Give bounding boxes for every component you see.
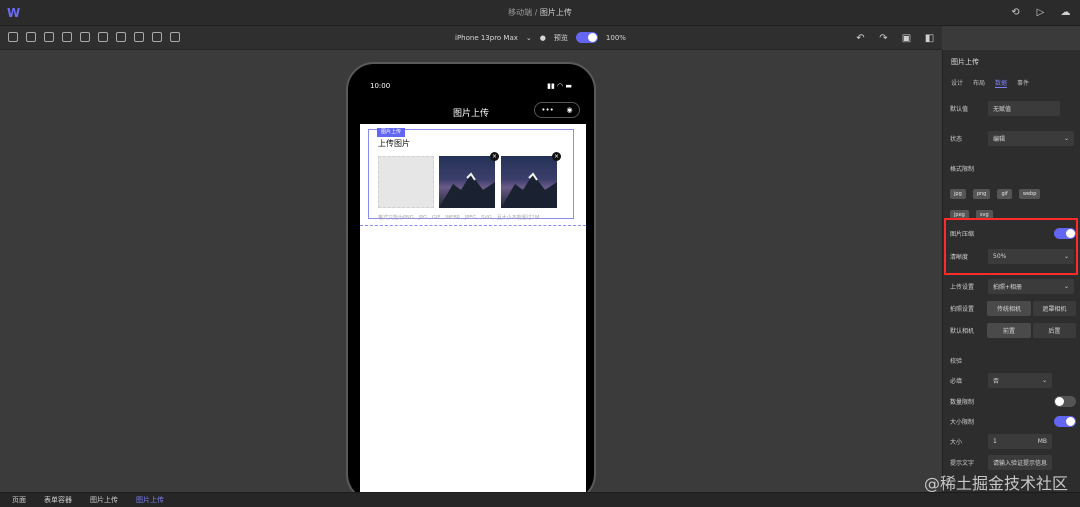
tab-data[interactable]: 数据 (995, 78, 1008, 88)
breadcrumb-parent[interactable]: 移动端 (508, 8, 532, 17)
uploaded-image-1[interactable] (439, 156, 495, 208)
tab-design[interactable]: 设计 (951, 78, 963, 88)
format-chip-gif[interactable]: gif (997, 189, 1012, 199)
tool-icon-5[interactable] (80, 32, 90, 42)
zoom-select[interactable]: 100% (606, 34, 626, 42)
tip-input[interactable]: 请输入验证提示信息 (988, 454, 1052, 470)
shoot-opt-traditional[interactable]: 传统相机 (987, 300, 1031, 316)
dot-icon: ● (539, 33, 546, 42)
preview-label: 预览 (553, 33, 568, 42)
upload-setting-label: 上传设置 (950, 283, 975, 291)
status-select[interactable]: 编辑 ⌄ (988, 130, 1074, 146)
tool-icon-1[interactable] (8, 32, 18, 42)
upload-setting-select[interactable]: 拍照+相册 ⌄ (988, 278, 1074, 294)
format-chip-jpg[interactable]: jpg (950, 189, 966, 199)
preview-toggle[interactable] (575, 32, 598, 43)
panel-tabs: 设计 布局 数据 事件 (951, 78, 1029, 88)
history-icon[interactable]: ⟲ (1009, 6, 1022, 19)
bottom-item-form[interactable]: 表单容器 (44, 495, 72, 505)
size-limit-toggle[interactable] (1054, 415, 1076, 427)
upload-hint: 格式只能为PNG、JPG、GIF、WEBP、JPEG、SVG，且大小不能超过1M (378, 215, 540, 221)
tab-events[interactable]: 事件 (1017, 78, 1029, 88)
format-label: 格式限制 (950, 165, 975, 173)
phone-frame: 10:00 ▮▮ ◠ ▬ 图片上传 ••• ◉ 图片上传 上传图片 × × 格式只… (346, 62, 596, 502)
tool-icon-8[interactable] (134, 32, 144, 42)
drop-line (360, 225, 586, 226)
size-label: 大小 (950, 438, 963, 446)
upload-placeholder[interactable] (378, 156, 434, 208)
uploaded-image-2[interactable] (501, 156, 557, 208)
redo-icon[interactable]: ↷ (877, 32, 890, 45)
default-value-field[interactable]: 无赋值 (988, 100, 1060, 116)
shoot-opt-mask[interactable]: 遮罩相机 (1032, 300, 1076, 316)
tool-icon-9[interactable] (152, 32, 162, 42)
upload-label: 上传图片 (378, 139, 410, 148)
count-limit-label: 数量限制 (950, 398, 975, 406)
tool-icon-4[interactable] (62, 32, 72, 42)
top-bar: W 移动端 / 图片上传 ⟲ ▷ ☁ (0, 0, 1080, 26)
tool-icon-2[interactable] (26, 32, 36, 42)
play-icon[interactable]: ▷ (1034, 6, 1047, 19)
size-input[interactable]: 1 MB (988, 433, 1052, 449)
camera-back[interactable]: 后置 (1032, 322, 1076, 338)
required-label: 必填 (950, 377, 963, 385)
tool-icon-3[interactable] (44, 32, 54, 42)
panel-title: 图片上传 (951, 58, 979, 66)
cloud-icon[interactable]: ☁ (1059, 6, 1072, 19)
tab-layout[interactable]: 布局 (973, 78, 985, 88)
format-chip-webp[interactable]: webp (1018, 189, 1041, 199)
save-icon[interactable]: ▣ (900, 32, 913, 45)
bottom-item-upload-2[interactable]: 图片上传 (136, 495, 164, 505)
tip-label: 提示文字 (950, 459, 975, 467)
component-tag: 图片上传 (377, 128, 406, 137)
default-label: 默认值 (950, 105, 969, 113)
camera-front[interactable]: 前置 (987, 322, 1031, 338)
bottom-breadcrumb: 页面 表单容器 图片上传 图片上传 (0, 492, 1080, 507)
chevron-down-icon: ⌄ (525, 33, 532, 42)
tool-icon-10[interactable] (170, 32, 180, 42)
close-icon[interactable]: × (552, 152, 561, 161)
status-icons: ▮▮ ◠ ▬ (547, 82, 572, 90)
capsule-button[interactable]: ••• ◉ (534, 102, 580, 118)
status-label: 状态 (950, 135, 963, 143)
format-chips: jpg png gif webp jpeg svg (950, 180, 1062, 220)
breadcrumb: 移动端 / 图片上传 (508, 8, 572, 17)
tool-icon-6[interactable] (98, 32, 108, 42)
count-limit-toggle[interactable] (1054, 395, 1076, 407)
device-select[interactable]: iPhone 13pro Max (455, 34, 518, 42)
toolbar: iPhone 13pro Max ⌄ ● 预览 100% ↶ ↷ ▣ ◧ (0, 26, 942, 50)
camera-label: 默认相机 (950, 327, 975, 335)
format-chip-png[interactable]: png (972, 189, 991, 199)
phone-screen: 图片上传 上传图片 × × 格式只能为PNG、JPG、GIF、WEBP、JPEG… (360, 124, 586, 500)
highlight-box (944, 218, 1078, 275)
panel-toggle-icon[interactable]: ◧ (923, 32, 936, 45)
close-icon[interactable]: × (490, 152, 499, 161)
bottom-item-page[interactable]: 页面 (12, 495, 26, 505)
shoot-setting-label: 拍照设置 (950, 305, 975, 313)
validate-section: 校验 (950, 357, 963, 365)
watermark: @稀土掘金技术社区 (923, 474, 1068, 493)
breadcrumb-current: 图片上传 (539, 8, 572, 17)
tool-icon-7[interactable] (116, 32, 126, 42)
undo-icon[interactable]: ↶ (854, 32, 867, 45)
image-upload-component[interactable]: 图片上传 上传图片 × × 格式只能为PNG、JPG、GIF、WEBP、JPEG… (368, 128, 574, 221)
bottom-item-upload-1[interactable]: 图片上传 (90, 495, 118, 505)
size-limit-label: 大小限制 (950, 418, 975, 426)
required-select[interactable]: 否 ⌄ (988, 372, 1052, 388)
status-time: 10:00 (370, 82, 391, 90)
